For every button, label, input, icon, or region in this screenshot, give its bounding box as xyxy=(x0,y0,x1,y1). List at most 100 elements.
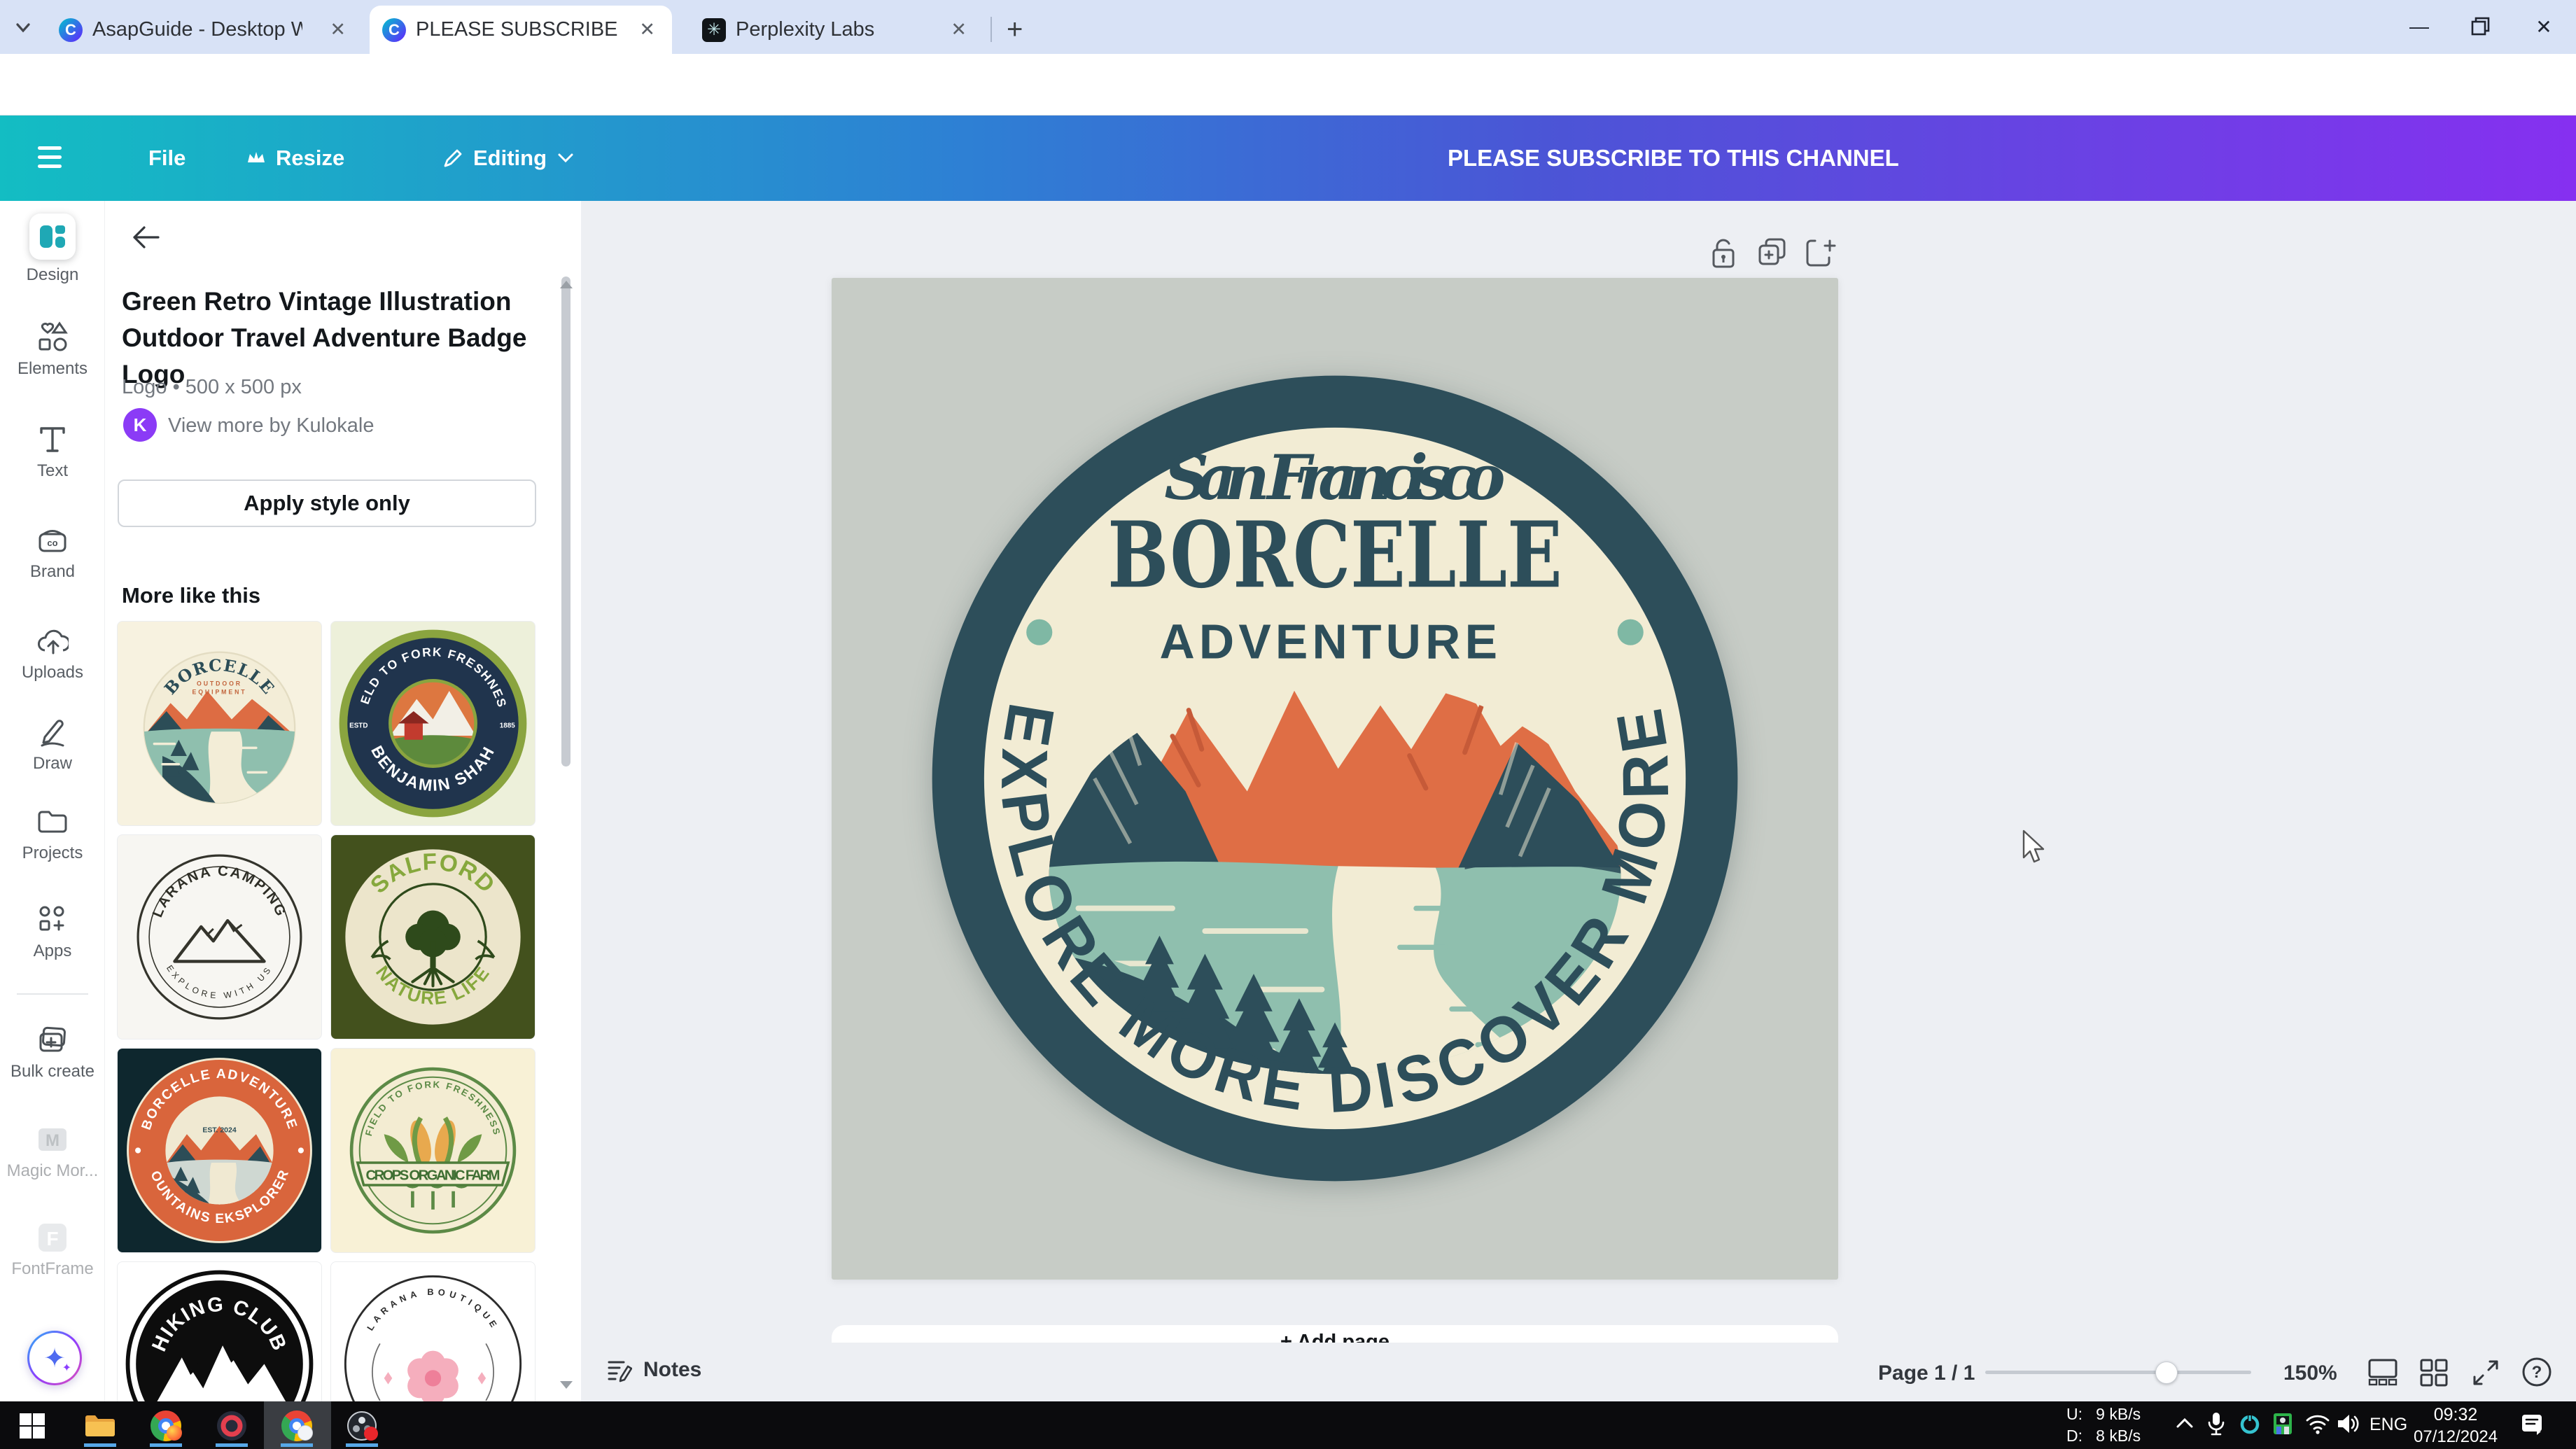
power-app-icon[interactable] xyxy=(2239,1413,2261,1435)
sidebar-item-projects[interactable]: Projects xyxy=(0,806,105,863)
badge-logo[interactable]: San Francisco BORCELLE ADVENTURE EXPLORE… xyxy=(929,372,1741,1184)
wifi-icon[interactable] xyxy=(2304,1413,2331,1434)
opera-icon[interactable] xyxy=(216,1410,248,1442)
window-minimize-button[interactable]: — xyxy=(2402,10,2436,43)
chrome-profile2-icon[interactable] xyxy=(281,1410,313,1442)
template-meta: Logo • 500 x 500 px xyxy=(122,376,302,399)
panel-scrollbar[interactable] xyxy=(561,276,572,1396)
sidebar-item-brand[interactable]: co Brand xyxy=(0,524,105,582)
sidebar-item-fontframe[interactable]: F FontFrame xyxy=(0,1222,105,1279)
notes-button[interactable]: Notes xyxy=(606,1357,701,1383)
lock-icon[interactable] xyxy=(1705,234,1742,271)
scroll-up-arrow[interactable] xyxy=(560,281,573,288)
volume-icon[interactable] xyxy=(2337,1413,2362,1435)
bulk-create-icon xyxy=(36,1024,69,1056)
editing-menu[interactable]: Editing xyxy=(442,115,575,201)
fullscreen-icon[interactable] xyxy=(2471,1358,2500,1387)
author-avatar[interactable]: K xyxy=(123,408,157,442)
chrome-profile1-icon[interactable] xyxy=(150,1410,182,1442)
canva-favicon: C xyxy=(382,18,406,42)
browser-tab-asapguide[interactable]: C AsapGuide - Desktop Wallpape ✕ xyxy=(46,6,363,54)
apply-style-button[interactable]: Apply style only xyxy=(118,479,536,527)
svg-text:OUTDOOR: OUTDOOR xyxy=(197,680,242,687)
tab-close-icon[interactable]: ✕ xyxy=(326,19,350,41)
window-close-button[interactable]: ✕ xyxy=(2527,10,2561,43)
language-indicator[interactable]: ENG xyxy=(2370,1414,2407,1436)
resize-menu[interactable]: Resize xyxy=(246,115,344,201)
gpu-tray-icon[interactable] xyxy=(2272,1412,2293,1436)
sparkle-icon-small: ✦ xyxy=(62,1361,71,1375)
design-page[interactable]: San Francisco BORCELLE ADVENTURE EXPLORE… xyxy=(832,278,1838,1280)
upload-cloud-icon xyxy=(36,625,69,657)
rail-divider xyxy=(17,993,88,995)
text-icon xyxy=(36,424,69,456)
mouse-cursor xyxy=(2019,830,2050,866)
svg-text:EQUIPMENT: EQUIPMENT xyxy=(192,688,246,695)
sidebar-item-bulk-create[interactable]: Bulk create xyxy=(0,1024,105,1082)
browser-tab-perplexity[interactable]: ✳ Perplexity Labs ✕ xyxy=(690,6,983,54)
svg-text:EST. 2024: EST. 2024 xyxy=(202,1126,236,1134)
tray-expand-chevron[interactable] xyxy=(2174,1415,2195,1432)
zoom-level: 150% xyxy=(2283,1362,2337,1385)
template-thumb-crops-organic-farm[interactable]: CROPS ORGANIC FARM FIELD TO FORK FRESHNE… xyxy=(330,1048,536,1253)
scrollbar-thumb[interactable] xyxy=(561,276,570,766)
template-thumb-borcelle-adventure[interactable]: EST. 2024 BORCELLE ADVENTURE MOUNTAINS E… xyxy=(117,1048,322,1253)
zoom-slider-thumb[interactable] xyxy=(2155,1362,2178,1384)
running-indicator xyxy=(281,1443,313,1447)
file-menu[interactable]: File xyxy=(148,115,186,201)
template-thumb-hiking-club[interactable]: HIKING CLUB xyxy=(117,1261,322,1401)
notification-center-icon[interactable] xyxy=(2520,1413,2544,1436)
template-thumb-larana-camping[interactable]: LARANA CAMPING EXPLORE WITH US xyxy=(117,834,322,1040)
scroll-down-arrow[interactable] xyxy=(560,1381,573,1389)
help-icon[interactable]: ? xyxy=(2521,1357,2552,1387)
canva-header: File Resize Editing PLEASE SUBSCRIBE TO … xyxy=(0,115,2576,201)
presentation-view-icon[interactable] xyxy=(2367,1358,2398,1386)
clock[interactable]: 09:32 07/12/2024 xyxy=(2414,1404,2498,1448)
windows-taskbar: U: 9 kB/s D: 8 kB/s ENG 09:32 07/12/2024 xyxy=(0,1401,2576,1449)
file-explorer-icon[interactable] xyxy=(84,1410,116,1442)
network-speed-monitor[interactable]: U: 9 kB/s D: 8 kB/s xyxy=(2066,1404,2141,1447)
browser-tab-active[interactable]: C PLEASE SUBSCRIBE TO THIS CH ✕ xyxy=(370,6,672,54)
obs-icon[interactable] xyxy=(346,1410,378,1442)
sidebar-item-design[interactable]: Design xyxy=(0,214,105,285)
sidebar-item-draw[interactable]: Draw xyxy=(0,716,105,774)
template-thumb-larana-boutique[interactable]: LARANA BOUTIQUE xyxy=(330,1261,536,1401)
firefox-badge-icon xyxy=(167,1425,182,1441)
sidebar-item-elements[interactable]: Elements xyxy=(0,321,105,379)
magic-assistant-button[interactable]: ✦ ✦ xyxy=(27,1331,82,1385)
sidebar-item-magic-morph[interactable]: M Magic Mor... xyxy=(0,1124,105,1181)
template-thumb-salford[interactable]: SALFORD NATURE LIFE xyxy=(330,834,536,1040)
window-restore-button[interactable] xyxy=(2464,10,2498,43)
template-thumb-benjamin-shah[interactable]: FIELD TO FORK FRESHNESS BENJAMIN SHAH ES… xyxy=(330,621,536,826)
svg-text:EXPLORE WITH US: EXPLORE WITH US xyxy=(164,963,274,1000)
duplicate-page-icon[interactable] xyxy=(1754,234,1791,271)
sidebar-rail: Design Elements Text co Brand Uploads xyxy=(0,201,105,1401)
footer-bar: Notes Page 1 / 1 150% ? xyxy=(581,1343,2576,1401)
sidebar-item-text[interactable]: Text xyxy=(0,424,105,481)
browser-tab-bar: C AsapGuide - Desktop Wallpape ✕ C PLEAS… xyxy=(0,0,2576,54)
tab-close-icon[interactable]: ✕ xyxy=(635,19,659,41)
view-more-link[interactable]: View more by Kulokale xyxy=(168,414,374,438)
perplexity-favicon: ✳ xyxy=(702,18,726,42)
tab-close-icon[interactable]: ✕ xyxy=(946,19,971,41)
microphone-icon[interactable] xyxy=(2206,1411,2226,1438)
crown-icon xyxy=(246,150,266,167)
svg-text:LARANA BOUTIQUE: LARANA BOUTIQUE xyxy=(365,1287,501,1333)
back-button-panel[interactable] xyxy=(130,223,161,251)
grid-view-icon[interactable] xyxy=(2419,1358,2449,1387)
sidebar-item-uploads[interactable]: Uploads xyxy=(0,625,105,682)
add-page-icon[interactable] xyxy=(1802,234,1838,271)
badge-brand-text: BORCELLE xyxy=(1107,501,1562,608)
more-like-this-heading: More like this xyxy=(122,583,260,608)
zoom-slider[interactable] xyxy=(1985,1371,2251,1374)
magic-morph-icon: M xyxy=(36,1124,69,1156)
tab-title: AsapGuide - Desktop Wallpape xyxy=(92,18,302,41)
svg-text:1885: 1885 xyxy=(500,722,515,729)
new-tab-button[interactable]: + xyxy=(1007,14,1023,46)
start-button[interactable] xyxy=(16,1410,48,1442)
hamburger-menu-icon[interactable] xyxy=(38,145,67,172)
template-thumb-borcelle-outdoor[interactable]: BORCELLE OUTDOOR EQUIPMENT xyxy=(117,621,322,826)
fontframe-icon: F xyxy=(36,1222,69,1254)
tab-search-icon[interactable] xyxy=(13,18,34,36)
sidebar-item-apps[interactable]: Apps xyxy=(0,904,105,961)
